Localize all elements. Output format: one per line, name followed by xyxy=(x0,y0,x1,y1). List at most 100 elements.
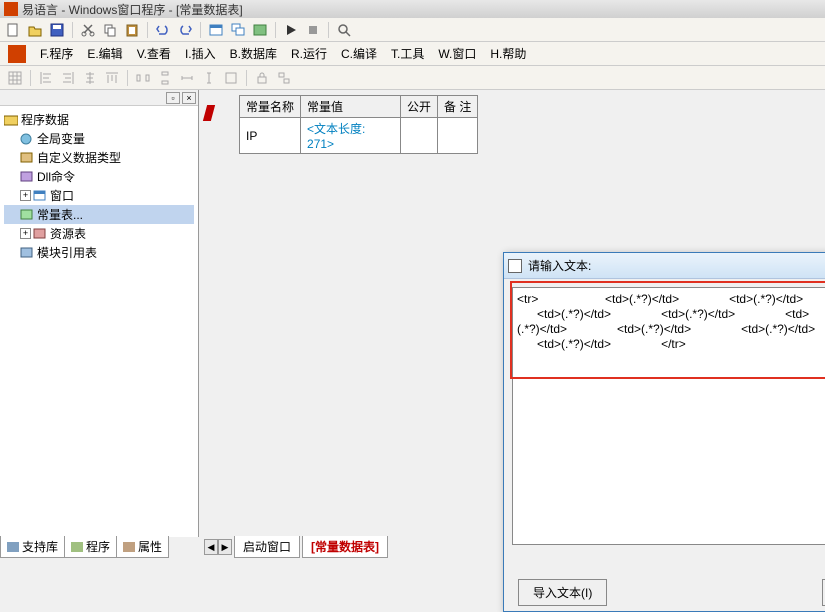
open-icon[interactable] xyxy=(26,21,44,39)
tree-label: 全局变量 xyxy=(37,130,85,147)
menu-run[interactable]: R.运行 xyxy=(285,43,333,64)
copy-icon[interactable] xyxy=(101,21,119,39)
constants-table: 常量名称 常量值 公开 备 注 IP <文本长度: 271> xyxy=(239,95,478,154)
menu-edit[interactable]: E.编辑 xyxy=(81,43,128,64)
toolbar-main xyxy=(0,18,825,42)
same-width-icon[interactable] xyxy=(178,69,196,87)
form-icon[interactable] xyxy=(251,21,269,39)
cut-icon[interactable] xyxy=(79,21,97,39)
cell-public[interactable] xyxy=(401,118,438,154)
tree-modules[interactable]: 模块引用表 xyxy=(4,243,194,262)
menu-compile[interactable]: C.编译 xyxy=(335,43,383,64)
dist-v-icon[interactable] xyxy=(156,69,174,87)
tree-label: Dll命令 xyxy=(37,168,75,185)
windows-icon[interactable] xyxy=(229,21,247,39)
tab-order-icon[interactable] xyxy=(275,69,293,87)
tree-dll[interactable]: Dll命令 xyxy=(4,167,194,186)
app-icon xyxy=(4,2,18,16)
tab-properties[interactable]: 属性 xyxy=(116,536,169,558)
tab-program[interactable]: 程序 xyxy=(64,536,117,558)
dialog-title-bar[interactable]: 请输入文本: — ▢ ✕ xyxy=(504,253,825,279)
res-icon xyxy=(33,228,47,240)
input-text-dialog: 请输入文本: — ▢ ✕ <tr> <td>(.*?)</td> <td>(.*… xyxy=(503,252,825,612)
dialog-icon xyxy=(508,259,522,273)
tree-label: 常量表... xyxy=(37,206,83,223)
redo-icon[interactable] xyxy=(176,21,194,39)
align-left-icon[interactable] xyxy=(37,69,55,87)
folder-icon xyxy=(4,114,18,126)
props-icon xyxy=(123,542,135,552)
dialog-title: 请输入文本: xyxy=(528,257,825,274)
const-icon xyxy=(20,209,34,221)
panel-close-icon[interactable]: × xyxy=(182,92,196,104)
globe-icon xyxy=(20,133,34,145)
align-top-icon[interactable] xyxy=(103,69,121,87)
module-icon xyxy=(20,247,34,259)
align-right-icon[interactable] xyxy=(59,69,77,87)
cell-name[interactable]: IP xyxy=(240,118,301,154)
book-icon xyxy=(7,542,19,552)
table-row[interactable]: IP <文本长度: 271> xyxy=(240,118,478,154)
cell-value[interactable]: <文本长度: 271> xyxy=(301,118,401,154)
new-icon[interactable] xyxy=(4,21,22,39)
tree-label: 窗口 xyxy=(50,187,74,204)
editor-panel: 常量名称 常量值 公开 备 注 IP <文本长度: 271> 请输入文本: xyxy=(199,90,825,537)
panel-pin-icon[interactable]: ▫ xyxy=(166,92,180,104)
run-icon[interactable] xyxy=(282,21,300,39)
tree-label: 自定义数据类型 xyxy=(37,149,121,166)
menu-window[interactable]: W.窗口 xyxy=(432,43,482,64)
same-size-icon[interactable] xyxy=(222,69,240,87)
text-content: <tr> <td>(.*?)</td> <td>(.*?)</td> <td>(… xyxy=(517,292,815,351)
scroll-right-button[interactable]: ▶ xyxy=(218,539,232,555)
tree-constants[interactable]: 常量表... xyxy=(4,205,194,224)
find-icon[interactable] xyxy=(335,21,353,39)
menu-view[interactable]: V.查看 xyxy=(131,43,177,64)
save-icon[interactable] xyxy=(48,21,66,39)
grid-icon[interactable] xyxy=(6,69,24,87)
expand-icon[interactable]: + xyxy=(20,190,31,201)
tree-root-label: 程序数据 xyxy=(21,111,69,128)
window-title-bar: 易语言 - Windows窗口程序 - [常量数据表] xyxy=(0,0,825,18)
col-value: 常量值 xyxy=(301,96,401,118)
col-public: 公开 xyxy=(401,96,438,118)
tree-label: 资源表 xyxy=(50,225,86,242)
menu-logo-icon xyxy=(8,45,26,63)
tab-constants-table[interactable]: [常量数据表] xyxy=(302,536,388,558)
type-icon xyxy=(20,152,34,164)
tree-global-vars[interactable]: 全局变量 xyxy=(4,129,194,148)
col-note: 备 注 xyxy=(438,96,478,118)
undo-icon[interactable] xyxy=(154,21,172,39)
expand-icon[interactable]: + xyxy=(20,228,31,239)
editor-bottom-tabs: ◀ ▶ 启动窗口 [常量数据表] xyxy=(204,537,388,557)
align-center-icon[interactable] xyxy=(81,69,99,87)
dist-h-icon[interactable] xyxy=(134,69,152,87)
left-bottom-tabs: 支持库 程序 属性 xyxy=(0,537,168,557)
toolbar-design xyxy=(0,66,825,90)
tree-root[interactable]: 程序数据 xyxy=(4,110,194,129)
menu-tools[interactable]: T.工具 xyxy=(385,43,430,64)
tree-resources[interactable]: + 资源表 xyxy=(4,224,194,243)
window-tree-icon xyxy=(33,190,47,202)
cell-note[interactable] xyxy=(438,118,478,154)
tree-label: 模块引用表 xyxy=(37,244,97,261)
menu-help[interactable]: H.帮助 xyxy=(484,43,532,64)
dll-icon xyxy=(20,171,34,183)
menu-program[interactable]: F.程序 xyxy=(34,43,79,64)
stop-icon[interactable] xyxy=(304,21,322,39)
tree-window[interactable]: + 窗口 xyxy=(4,186,194,205)
text-input-area[interactable]: <tr> <td>(.*?)</td> <td>(.*?)</td> <td>(… xyxy=(512,287,825,545)
tab-startup-window[interactable]: 启动窗口 xyxy=(234,536,300,558)
tab-label: 属性 xyxy=(138,538,162,555)
tree-custom-types[interactable]: 自定义数据类型 xyxy=(4,148,194,167)
lock-icon[interactable] xyxy=(253,69,271,87)
paste-icon[interactable] xyxy=(123,21,141,39)
menu-bar: F.程序 E.编辑 V.查看 I.插入 B.数据库 R.运行 C.编译 T.工具… xyxy=(0,42,825,66)
window-icon[interactable] xyxy=(207,21,225,39)
menu-insert[interactable]: I.插入 xyxy=(179,43,222,64)
tab-support-lib[interactable]: 支持库 xyxy=(0,536,65,558)
menu-database[interactable]: B.数据库 xyxy=(224,43,283,64)
left-panel: ▫ × 程序数据 全局变量 自定义数据类型 Dll命令 + xyxy=(0,90,199,537)
scroll-left-button[interactable]: ◀ xyxy=(204,539,218,555)
same-height-icon[interactable] xyxy=(200,69,218,87)
import-text-button[interactable]: 导入文本(I) xyxy=(518,579,607,606)
